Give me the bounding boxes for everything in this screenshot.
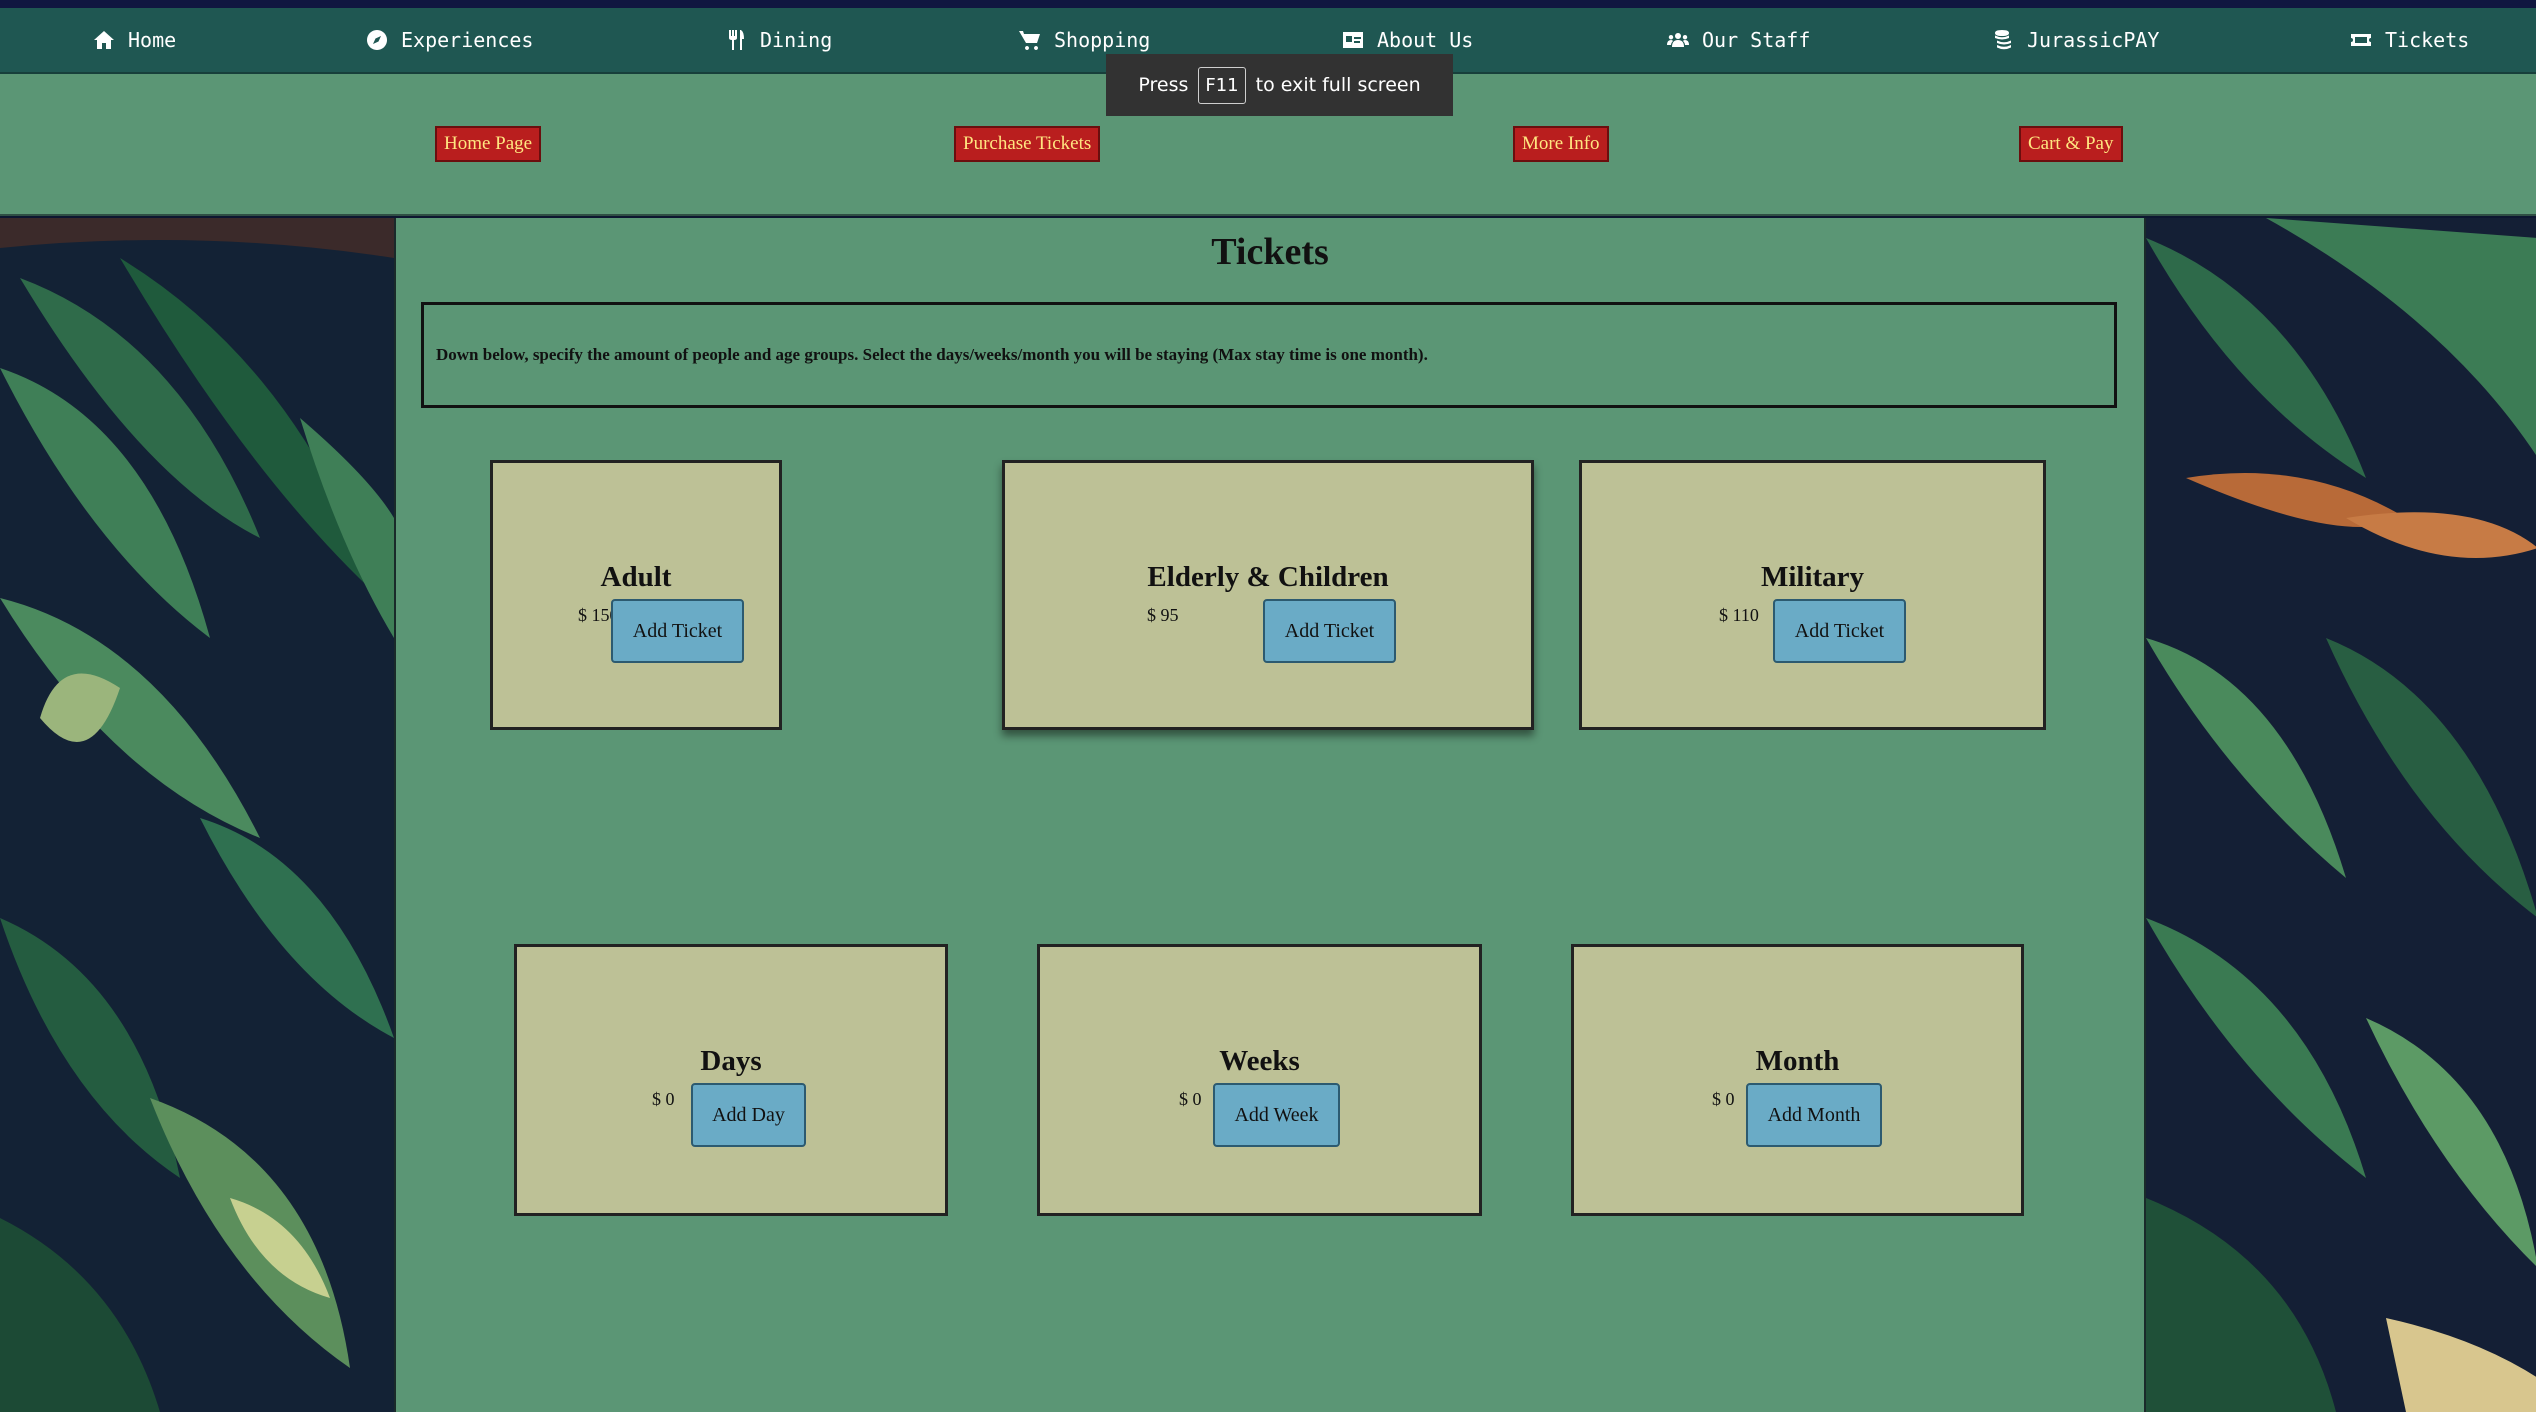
ticket-card-elderly-children: Elderly & Children $ 95 Add Ticket bbox=[1002, 460, 1534, 730]
description-text: Down below, specify the amount of people… bbox=[436, 345, 1428, 364]
card-title: Days bbox=[700, 1045, 762, 1077]
page-title: Tickets bbox=[1211, 231, 1329, 273]
card-title: Elderly & Children bbox=[1147, 561, 1389, 593]
nav-experiences-label: Experiences bbox=[401, 28, 534, 52]
card-title: Adult bbox=[600, 561, 672, 593]
nav-home[interactable]: Home bbox=[92, 8, 176, 72]
cart-pay-button[interactable]: Cart & Pay bbox=[2019, 126, 2123, 162]
ticket-card-military: Military $ 110 Add Ticket bbox=[1579, 460, 2046, 730]
jungle-image-right bbox=[2144, 218, 2536, 1412]
card-price: $ 0 bbox=[652, 1089, 675, 1109]
home-icon bbox=[94, 31, 114, 49]
card-title: Month bbox=[1755, 1045, 1840, 1077]
jungle-image-left bbox=[0, 218, 396, 1412]
nav-staff-label: Our Staff bbox=[1702, 28, 1811, 52]
nav-shopping-label: Shopping bbox=[1054, 28, 1151, 52]
card-price: $ 0 bbox=[1712, 1089, 1735, 1109]
utensils-icon bbox=[729, 30, 744, 50]
id-card-icon bbox=[1343, 32, 1363, 48]
nav-dining-label: Dining bbox=[760, 28, 833, 52]
purchase-tickets-button[interactable]: Purchase Tickets bbox=[954, 126, 1101, 162]
toast-text-before: Press bbox=[1138, 74, 1189, 96]
ticket-card-adult: Adult $ 150 Add Ticket bbox=[490, 460, 782, 730]
card-price: $ 110 bbox=[1719, 605, 1759, 625]
home-page-button[interactable]: Home Page bbox=[435, 126, 542, 162]
coins-icon bbox=[1995, 30, 2011, 50]
add-ticket-button[interactable]: Add Ticket bbox=[1263, 599, 1396, 663]
toast-key: F11 bbox=[1198, 66, 1246, 104]
nav-home-label: Home bbox=[128, 28, 177, 52]
card-price: $ 0 bbox=[1179, 1089, 1202, 1109]
cart-icon bbox=[1019, 31, 1040, 50]
nav-about-label: About Us bbox=[1377, 28, 1474, 52]
nav-jurassicpay-label: JurassicPAY bbox=[2027, 28, 2160, 52]
top-stripe bbox=[0, 0, 2536, 8]
toast-text-after: to exit full screen bbox=[1255, 74, 1421, 96]
card-title: Weeks bbox=[1219, 1045, 1300, 1077]
main-content: Tickets Down below, specify the amount o… bbox=[396, 218, 2144, 1412]
duration-card-month: Month $ 0 Add Month bbox=[1571, 944, 2024, 1216]
nav-tickets[interactable]: Tickets bbox=[2349, 8, 2469, 72]
add-day-button[interactable]: Add Day bbox=[691, 1083, 806, 1147]
nav-jurassicpay[interactable]: JurassicPAY bbox=[1991, 8, 2159, 72]
nav-staff[interactable]: Our Staff bbox=[1666, 8, 1810, 72]
add-ticket-button[interactable]: Add Ticket bbox=[611, 599, 744, 663]
description-box: Down below, specify the amount of people… bbox=[421, 302, 2117, 408]
nav-dining[interactable]: Dining bbox=[724, 8, 832, 72]
more-info-button[interactable]: More Info bbox=[1513, 126, 1609, 162]
users-icon bbox=[1667, 33, 1689, 47]
card-title: Military bbox=[1760, 561, 1865, 593]
compass-icon bbox=[367, 30, 388, 50]
nav-experiences[interactable]: Experiences bbox=[365, 8, 533, 72]
add-month-button[interactable]: Add Month bbox=[1746, 1083, 1882, 1147]
add-week-button[interactable]: Add Week bbox=[1213, 1083, 1340, 1147]
add-ticket-button[interactable]: Add Ticket bbox=[1773, 599, 1906, 663]
duration-card-days: Days $ 0 Add Day bbox=[514, 944, 948, 1216]
nav-tickets-label: Tickets bbox=[2385, 28, 2470, 52]
duration-card-weeks: Weeks $ 0 Add Week bbox=[1037, 944, 1482, 1216]
card-price: $ 95 bbox=[1147, 605, 1179, 625]
ticket-icon bbox=[2351, 34, 2371, 46]
fullscreen-toast: Press F11 to exit full screen bbox=[1106, 54, 1453, 116]
